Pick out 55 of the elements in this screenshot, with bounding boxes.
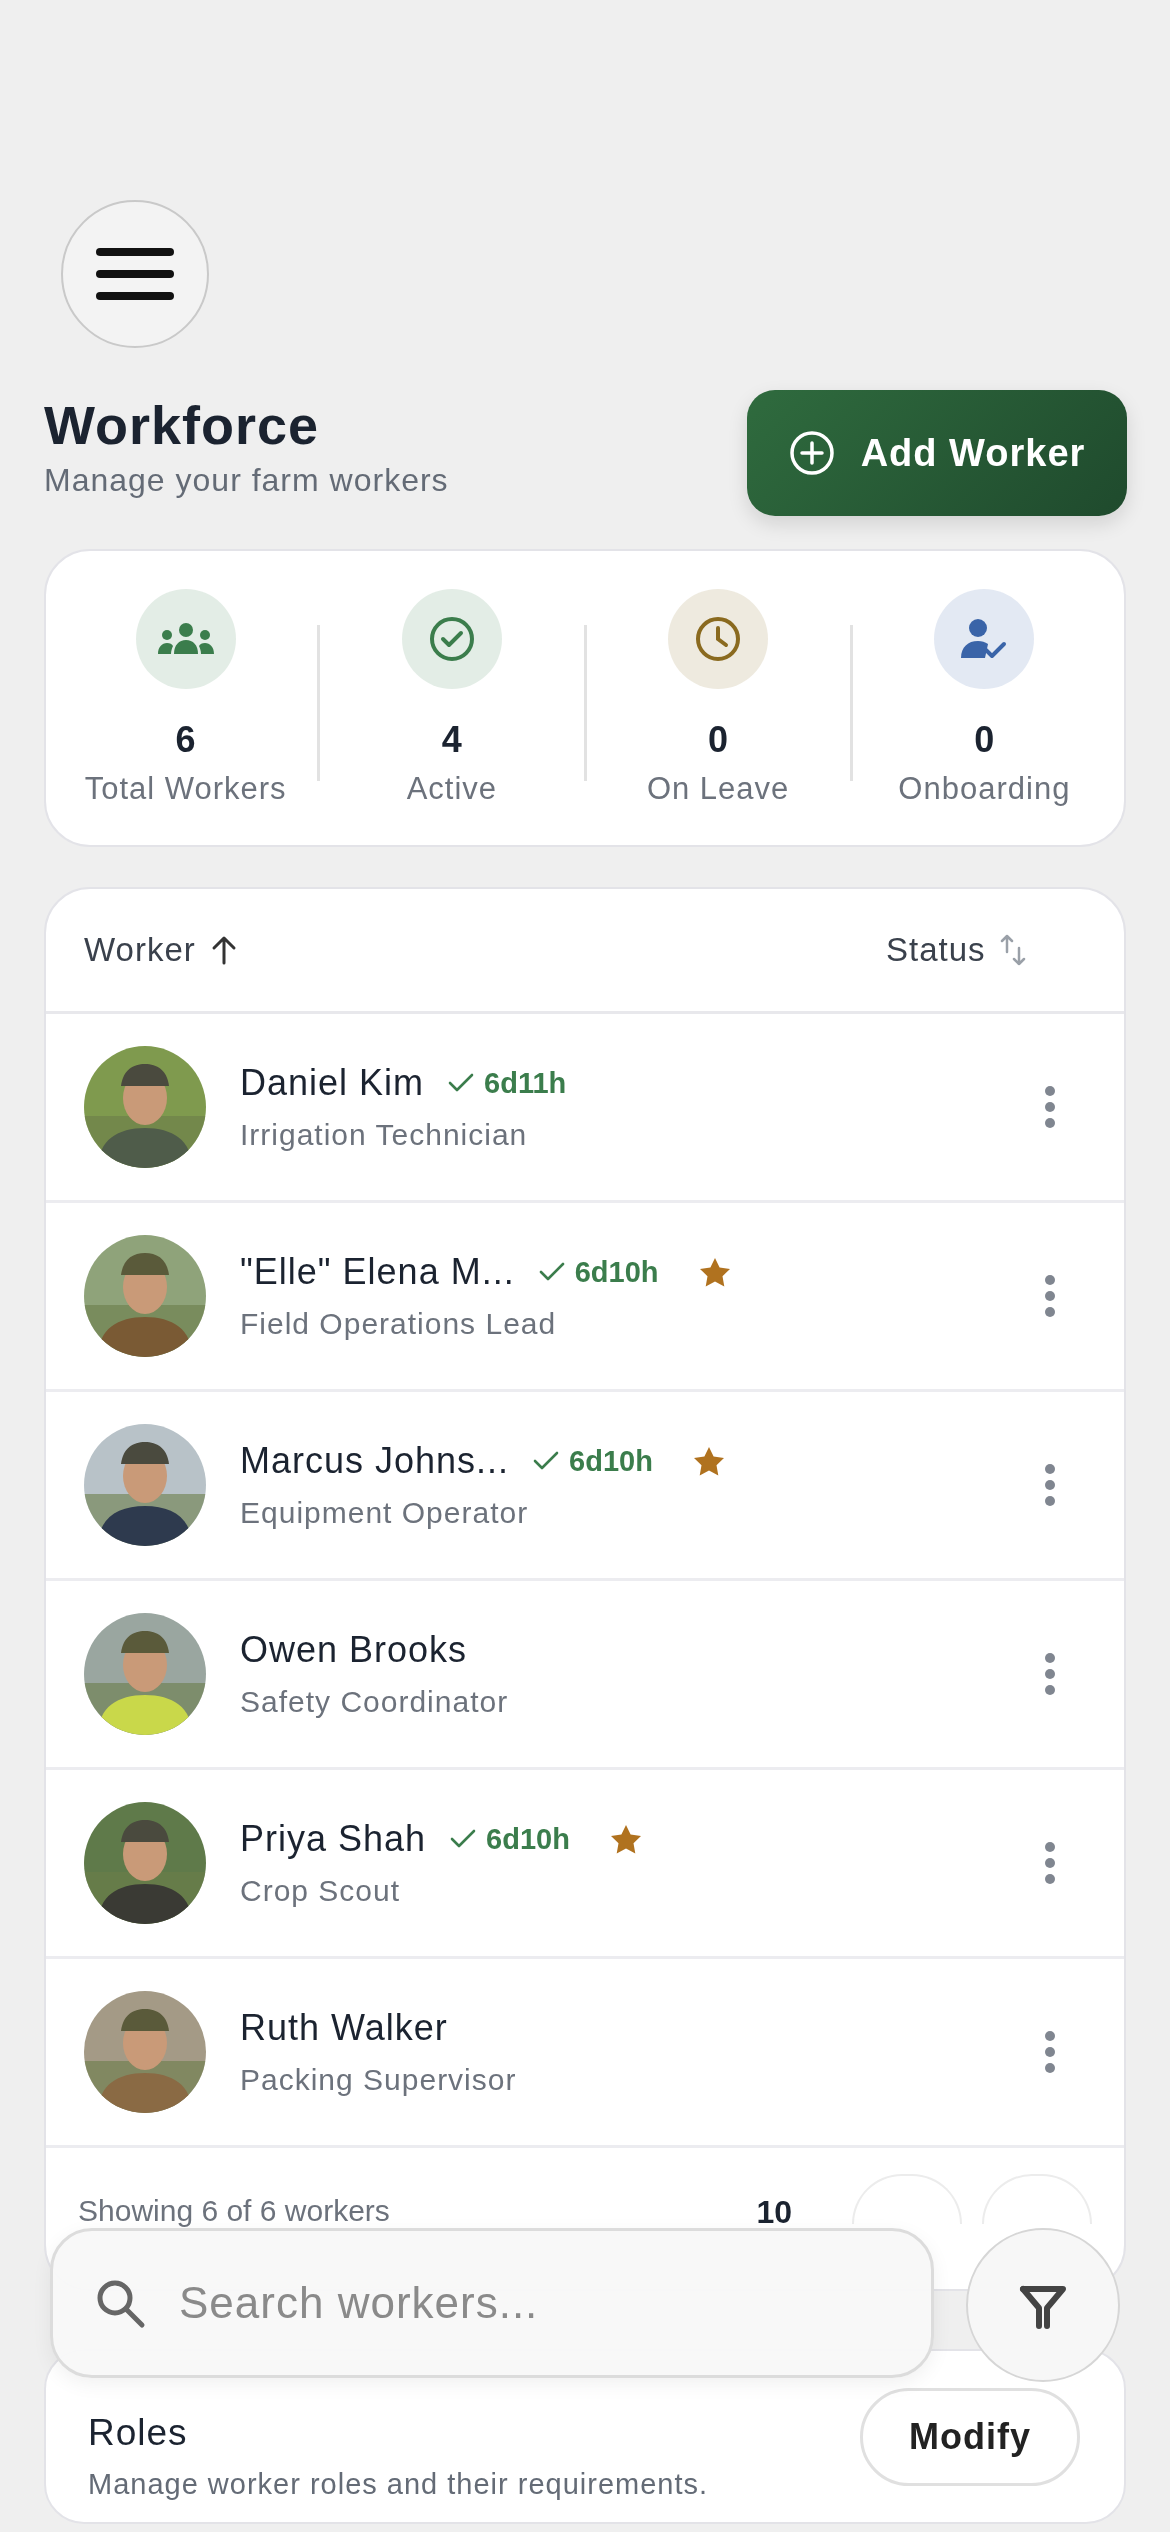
- worker-name: Daniel Kim: [240, 1062, 425, 1104]
- worker-role: Equipment Operator: [240, 1496, 530, 1530]
- stat-value: 6: [175, 719, 196, 761]
- more-icon: [1044, 1085, 1056, 1129]
- more-icon: [1044, 1841, 1056, 1885]
- worker-role: Field Operations Lead: [240, 1307, 558, 1341]
- more-icon: [1044, 1463, 1056, 1507]
- check-icon: [448, 1073, 475, 1093]
- worker-name: Marcus Johns...: [240, 1440, 510, 1482]
- column-header[interactable]: Worker: [84, 931, 196, 969]
- add-worker-button[interactable]: Add Worker: [747, 390, 1127, 516]
- worker-name: Ruth Walker: [240, 2007, 448, 2049]
- results-summary: Showing 6 of 6 workers: [78, 2194, 391, 2228]
- check-icon: [450, 1829, 477, 1849]
- status-time: 6d10h: [569, 1444, 653, 1478]
- worker-row[interactable]: Marcus Johns... 6d10h Equipment Operator: [46, 1392, 1124, 1581]
- stat-value: 0: [708, 719, 729, 761]
- search-field[interactable]: Search workers...: [50, 2228, 934, 2378]
- roles-description: Manage worker roles and their requirements.: [88, 2468, 709, 2501]
- stat-label: On Leave: [646, 771, 790, 807]
- more-icon: [1044, 1652, 1056, 1696]
- worker-role: Irrigation Technician: [240, 1118, 529, 1152]
- more-icon: [1044, 1274, 1056, 1318]
- page-size-select[interactable]: 10: [756, 2194, 792, 2231]
- plus-circle-icon: [788, 430, 835, 476]
- worker-name: Priya Shah: [240, 1818, 427, 1860]
- stat-label: Total Workers: [84, 771, 287, 807]
- worker-row[interactable]: Priya Shah 6d10h Crop Scout: [46, 1770, 1124, 1959]
- status-time: 6d10h: [574, 1255, 659, 1289]
- stat-value: 4: [441, 719, 462, 761]
- worker-role: Packing Supervisor: [240, 2063, 518, 2097]
- stat-label: Active: [406, 771, 498, 807]
- stat-value: 0: [974, 719, 995, 761]
- worker-role: Crop Scout: [240, 1874, 402, 1908]
- menu-icon: [96, 246, 174, 302]
- worker-name: Owen Brooks: [240, 1629, 468, 1671]
- column-header[interactable]: Status: [886, 931, 986, 969]
- sort-icon[interactable]: [999, 934, 1026, 966]
- worker-row[interactable]: Owen Brooks Safety Coordinator: [46, 1581, 1124, 1770]
- roles-title: Roles: [88, 2412, 189, 2454]
- worker-row[interactable]: Ruth Walker Packing Supervisor: [46, 1959, 1124, 2148]
- check-icon: [533, 1451, 560, 1471]
- stat-label: Onboarding: [898, 771, 1071, 807]
- status-time: 6d10h: [486, 1822, 570, 1856]
- page-title: Workforce: [44, 394, 321, 456]
- worker-name: "Elle" Elena M...: [240, 1251, 515, 1293]
- worker-row[interactable]: Daniel Kim 6d11h Irrigation Technician: [46, 1014, 1124, 1203]
- worker-role: Safety Coordinator: [240, 1685, 510, 1719]
- worker-row[interactable]: "Elle" Elena M... 6d10h Field Operations Lead: [46, 1203, 1124, 1392]
- more-icon: [1044, 2030, 1056, 2074]
- modify-button[interactable]: Modify: [860, 2387, 1080, 2486]
- filter-icon: [1019, 2283, 1067, 2332]
- check-icon: [538, 1262, 565, 1282]
- status-time: 6d11h: [484, 1066, 567, 1100]
- page-subtitle: Manage your farm workers: [44, 462, 449, 499]
